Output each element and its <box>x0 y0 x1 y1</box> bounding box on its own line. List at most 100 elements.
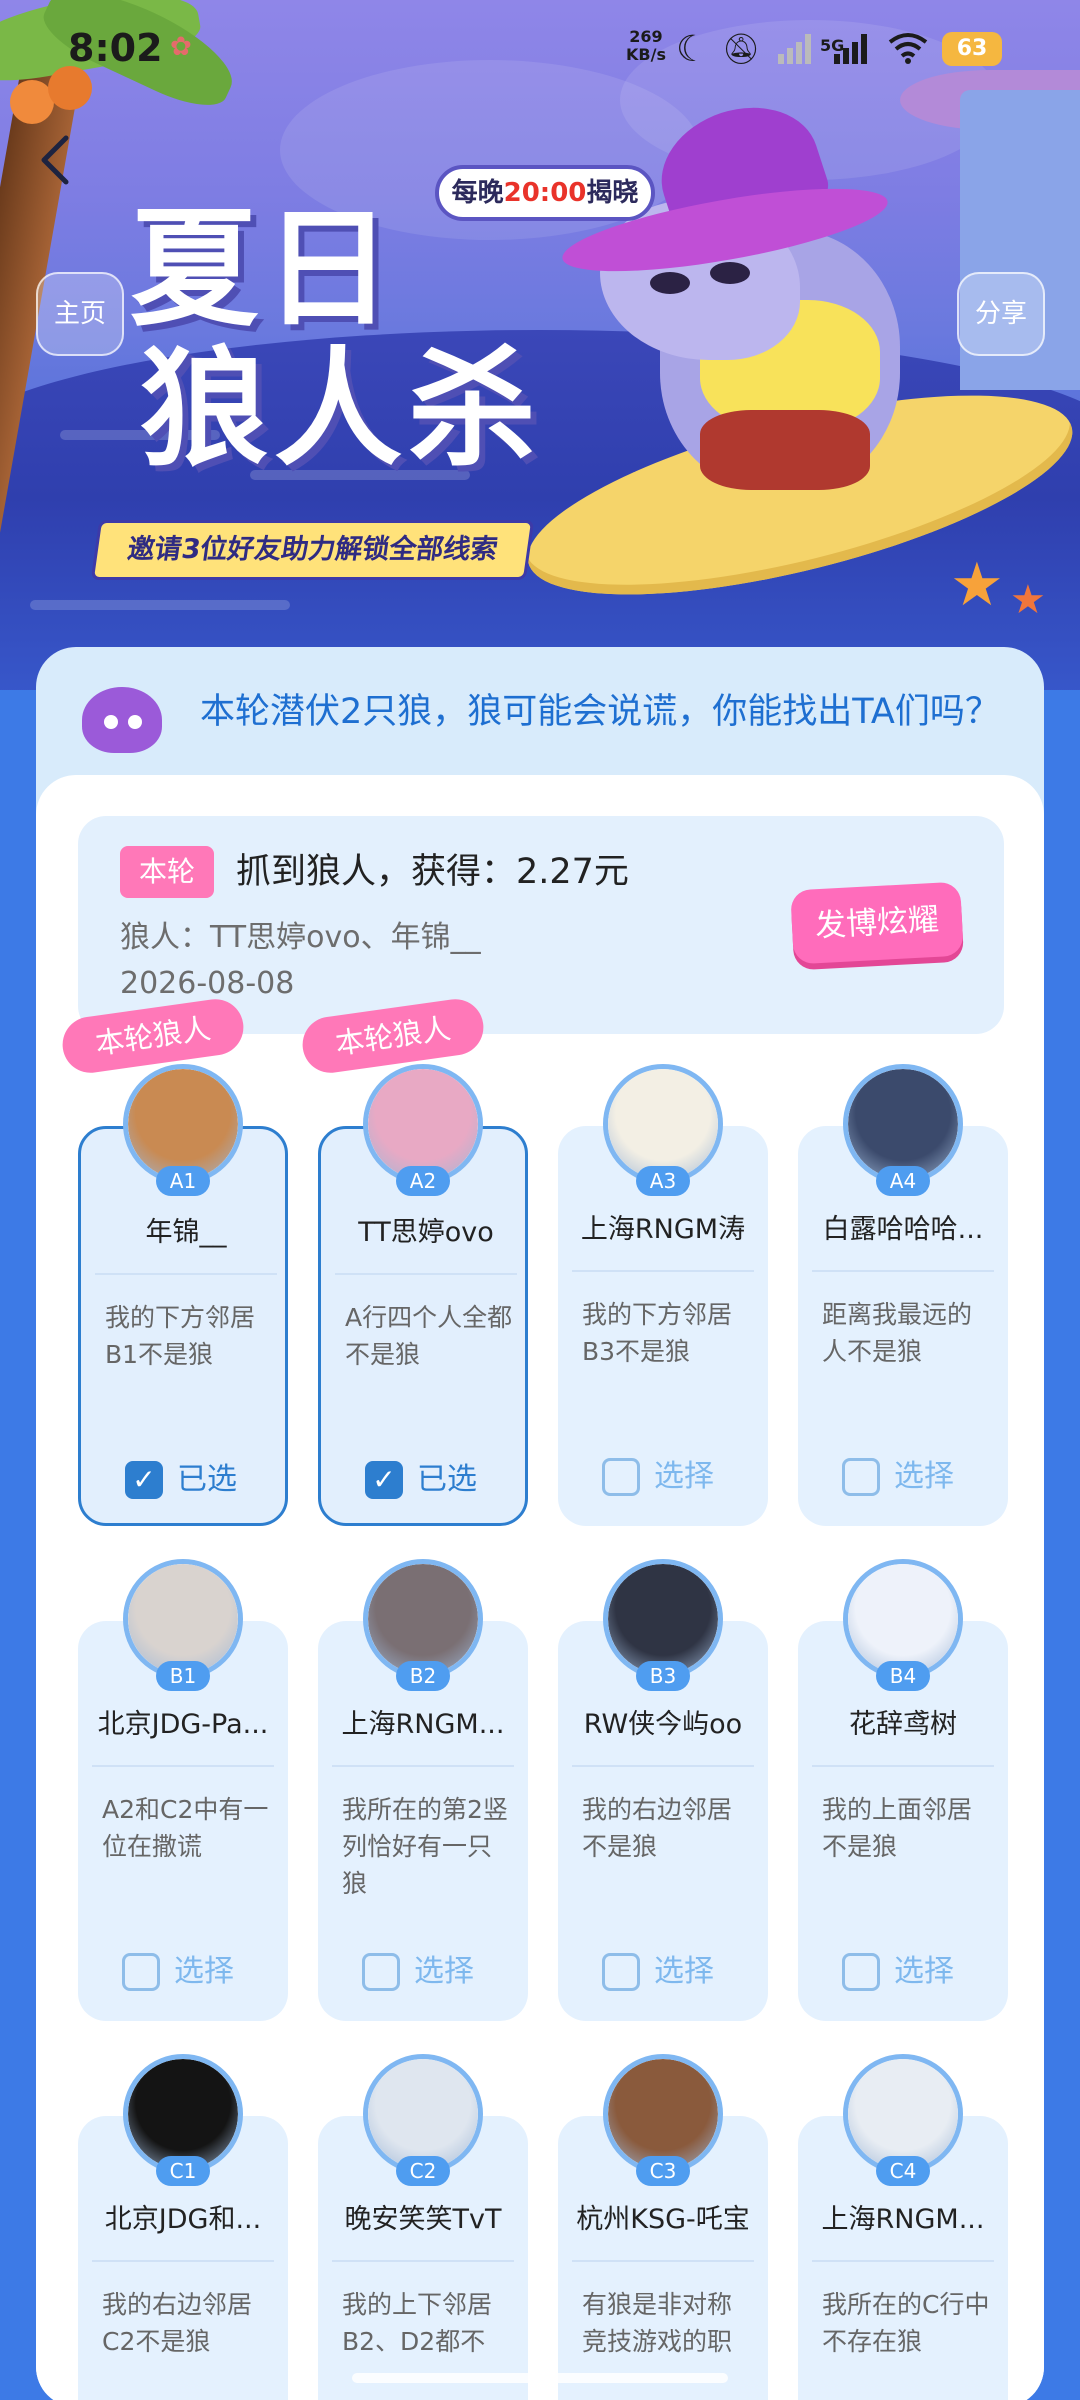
nightly-reveal-bubble: 每晚20:00揭晓 <box>435 165 655 221</box>
event-title-line1: 夏日 <box>130 195 399 344</box>
seat-badge: C2 <box>396 2156 450 2186</box>
signal-off-icon <box>778 34 811 64</box>
round-tag: 本轮 <box>120 846 214 898</box>
invite-text: 邀请3位好友助力解锁全部线索 <box>125 534 500 565</box>
player-clue: 我的右边邻居C2不是狼 <box>102 2290 253 2356</box>
wave-line <box>30 600 290 610</box>
select-label: 选择 <box>654 1954 714 1989</box>
card-divider <box>335 1273 517 1275</box>
select-toggle[interactable]: 选择 <box>798 1452 1008 1500</box>
player-clue: 有狼是非对称竞技游戏的职 <box>582 2290 733 2356</box>
player-name: 上海RNGM... <box>821 2204 985 2235</box>
select-label: 已选 <box>177 1462 237 1497</box>
wolf-eye <box>710 262 750 284</box>
card-divider <box>95 1273 277 1275</box>
seat-badge: A3 <box>636 1166 690 1196</box>
avatar-image <box>608 1564 718 1674</box>
seat-badge: A2 <box>396 1166 450 1196</box>
select-toggle[interactable]: 选择 <box>318 1947 528 1995</box>
checkbox-empty-icon[interactable] <box>842 1953 880 1991</box>
seat-badge: C3 <box>636 2156 690 2186</box>
card-divider <box>92 1765 274 1767</box>
player-clue: 距离我最远的人不是狼 <box>822 1300 973 1366</box>
battery-indicator: 63 <box>942 32 1002 66</box>
reward-amount: 抓到狼人，获得：2.27元 <box>236 852 629 892</box>
avatar-image <box>368 2059 478 2169</box>
home-label: 主页 <box>53 299 106 329</box>
notification-flower-icon: ✿ <box>170 32 192 62</box>
select-label: 选择 <box>174 1954 234 1989</box>
mascot-eye <box>104 715 118 729</box>
checkbox-empty-icon[interactable] <box>602 1953 640 1991</box>
moon-icon: ☾ <box>676 29 709 70</box>
player-name: 北京JDG-Pa... <box>97 1709 269 1740</box>
chevron-left-icon <box>41 135 69 185</box>
battery-level: 63 <box>956 36 988 61</box>
avatar-image <box>368 1564 478 1674</box>
share-label: 分享 <box>974 299 1027 329</box>
card-divider <box>572 1270 754 1272</box>
signal-icon <box>834 34 867 64</box>
player-name: 白露哈哈哈... <box>822 1214 984 1245</box>
avatar-image <box>848 2059 958 2169</box>
seat-badge: B2 <box>396 1661 450 1691</box>
player-clue: 我的下方邻居B3不是狼 <box>582 1300 733 1366</box>
event-banner: ★ ★ 夏日 狼人杀 每晚20:00揭晓 邀请3位好友助力解锁全部线索 主页 分… <box>0 0 1080 690</box>
network-speed: 269 KB/s <box>626 28 666 64</box>
card-divider <box>332 2260 514 2262</box>
card-divider <box>812 1270 994 1272</box>
starfish-icon: ★ <box>950 550 1004 620</box>
checkbox-checked-icon[interactable]: ✓ <box>125 1461 163 1499</box>
seat-badge: C4 <box>876 2156 930 2186</box>
player-name: 上海RNGM涛 <box>580 1214 746 1245</box>
select-toggle[interactable]: ✓ 已选 <box>321 1455 531 1503</box>
event-title: 夏日 狼人杀 <box>130 200 570 480</box>
checkbox-empty-icon[interactable] <box>122 1953 160 1991</box>
seat-badge: A1 <box>156 1166 210 1196</box>
card-divider <box>572 2260 754 2262</box>
player-name: 杭州KSG-吒宝 <box>576 2204 750 2235</box>
status-time: 8:02 <box>68 26 163 70</box>
select-toggle[interactable]: 选择 <box>558 1947 768 1995</box>
select-label: 选择 <box>894 1459 954 1494</box>
select-toggle[interactable]: ✓ 已选 <box>81 1455 291 1503</box>
select-label: 已选 <box>417 1462 477 1497</box>
wolves-list: 狼人：TT思婷ovo、年锦__ <box>120 920 481 955</box>
seat-badge: B4 <box>876 1661 930 1691</box>
avatar-image <box>128 2059 238 2169</box>
player-name: 上海RNGM... <box>341 1709 505 1740</box>
seat-badge: B3 <box>636 1661 690 1691</box>
select-label: 选择 <box>654 1459 714 1494</box>
checkbox-empty-icon[interactable] <box>362 1953 400 1991</box>
avatar-image <box>848 1069 958 1179</box>
checkbox-empty-icon[interactable] <box>602 1458 640 1496</box>
card-divider <box>92 2260 274 2262</box>
avatar-image <box>608 2059 718 2169</box>
brag-post-button[interactable]: 发博炫耀 <box>790 881 964 965</box>
back-button[interactable] <box>36 130 86 190</box>
seat-badge: C1 <box>156 2156 210 2186</box>
select-toggle[interactable]: 选择 <box>78 1947 288 1995</box>
game-card: 本轮潜伏2只狼，狼可能会说谎，你能找出TA们吗？ 本轮 抓到狼人，获得：2.27… <box>36 647 1044 2400</box>
select-label: 选择 <box>894 1954 954 1989</box>
invite-friends-ribbon[interactable]: 邀请3位好友助力解锁全部线索 <box>90 520 535 580</box>
checkbox-checked-icon[interactable]: ✓ <box>365 1461 403 1499</box>
avatar-image <box>128 1564 238 1674</box>
checkbox-empty-icon[interactable] <box>842 1458 880 1496</box>
status-bar: 8:02 ✿ 269 KB/s ☾ 🔕︎ 5G 63 <box>0 0 1080 100</box>
select-toggle[interactable]: 选择 <box>798 1947 1008 1995</box>
share-button[interactable]: 分享 <box>957 272 1045 356</box>
seat-badge: A4 <box>876 1166 930 1196</box>
player-clue: 我所在的第2竖列恰好有一只狼 <box>342 1795 508 1898</box>
player-name: RW侠今屿oo <box>583 1709 743 1740</box>
nightly-suffix: 揭晓 <box>586 178 639 208</box>
select-toggle[interactable]: 选择 <box>558 1452 768 1500</box>
home-button[interactable]: 主页 <box>36 272 124 356</box>
round-headline: 本轮潜伏2只狼，狼可能会说谎，你能找出TA们吗？ <box>200 692 1000 732</box>
home-indicator <box>352 2373 728 2383</box>
avatar-image <box>128 1069 238 1179</box>
avatar-image <box>848 1564 958 1674</box>
wifi-icon <box>888 33 928 64</box>
mute-icon: 🔕︎ <box>722 32 761 67</box>
card-divider <box>812 1765 994 1767</box>
